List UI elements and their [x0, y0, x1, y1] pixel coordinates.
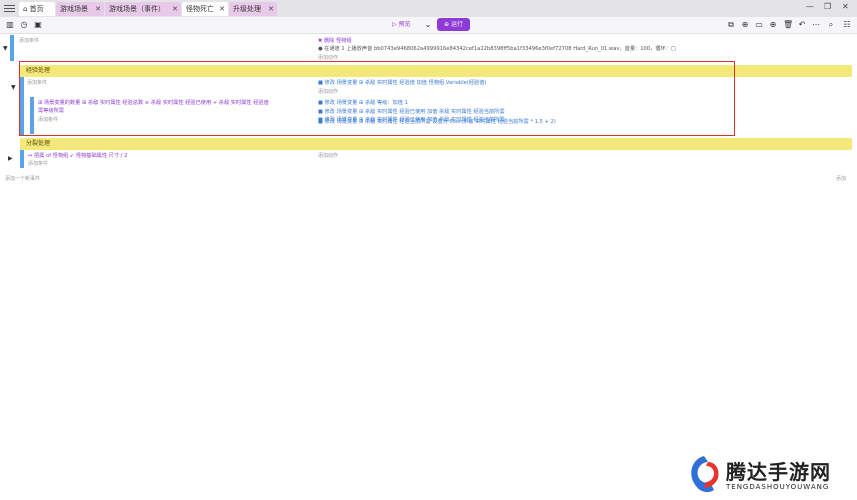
add-event-icon[interactable]: ⧉ [726, 20, 736, 30]
condition-split[interactable]: ↔ 把属 of 怪物组 ↙ 怪物基础属性 尺寸 / 2 [28, 152, 127, 159]
settings-icon[interactable]: ☷ [842, 20, 852, 30]
tab-game-scene[interactable]: 游戏场景 ✕ [56, 2, 104, 16]
history-icon[interactable]: ◷ [19, 20, 29, 30]
close-icon[interactable]: ✕ [219, 2, 225, 16]
menu-icon[interactable] [4, 3, 15, 14]
columns-icon[interactable]: ▥ [5, 20, 15, 30]
add-icon[interactable]: ⊕ [768, 20, 778, 30]
action-delete-object[interactable]: ✖ 删除 怪物组 [318, 37, 352, 44]
tab-levelup[interactable]: 升级处理 ✕ [229, 2, 277, 16]
chevron-down-icon[interactable]: ⌄ [423, 20, 433, 30]
add-condition-link[interactable]: 添加条件 [19, 37, 39, 44]
tab-game-scene-events[interactable]: 游戏场景（事件） ✕ [105, 2, 181, 16]
tab-bar: ⌂ 首页 游戏场景 ✕ 游戏场景（事件） ✕ 怪物死亡 ✕ 升级处理 ✕ — ❐ ✕ [0, 0, 857, 18]
highlight-box [19, 61, 735, 136]
close-window-icon[interactable]: ✕ [842, 2, 849, 11]
group-split-header[interactable]: 分裂处理 [20, 138, 852, 150]
save-icon[interactable]: ▣ [33, 20, 43, 30]
tab-home[interactable]: ⌂ 首页 [19, 2, 55, 16]
redo-icon[interactable]: ⋯ [811, 20, 821, 30]
collapse-arrow-icon[interactable]: ▼ [11, 84, 16, 91]
preview-button[interactable]: ▷ 预览 [392, 19, 411, 31]
watermark-title: 腾达手游网 [726, 460, 831, 484]
add-condition-link[interactable]: 添加条件 [28, 160, 48, 167]
restore-icon[interactable]: ❐ [824, 2, 831, 11]
add-new-event-link[interactable]: 添加一个新事件 [5, 175, 40, 182]
comment-icon[interactable]: ▭ [754, 20, 764, 30]
toolbar: ▥ ◷ ▣ ▷ 预览 ⌄ ⊕ 运行 ⧉ ⊕ ▭ ⊕ 🗑 ↶ ⋯ ⌕ ☷ [0, 17, 857, 34]
collapse-arrow-icon[interactable]: ▼ [3, 45, 8, 52]
add-link[interactable]: 添加 [836, 175, 846, 182]
home-icon: ⌂ [23, 5, 30, 13]
run-button[interactable]: ⊕ 运行 [437, 18, 470, 31]
expand-arrow-icon[interactable]: ▶ [8, 155, 13, 162]
watermark-logo [691, 456, 719, 493]
tab-monster-death[interactable]: 怪物死亡 ✕ [182, 2, 228, 16]
close-icon[interactable]: ✕ [172, 2, 178, 16]
add-action-link[interactable]: 添加动作 [318, 54, 338, 61]
close-icon[interactable]: ✕ [95, 2, 101, 16]
delete-icon[interactable]: 🗑 [783, 20, 793, 30]
add-action-link[interactable]: 添加动作 [318, 152, 338, 159]
close-icon[interactable]: ✕ [268, 2, 274, 16]
search-icon[interactable]: ⌕ [826, 20, 836, 30]
event-handle[interactable] [10, 35, 14, 61]
undo-icon[interactable]: ↶ [797, 20, 807, 30]
minimize-icon[interactable]: — [806, 2, 814, 11]
watermark-subtitle: TENGDASHOUYOUWANG [726, 483, 830, 491]
action-play-sound[interactable]: ● 在通道 1 上播放声音 bb0743e9468062a4999916e843… [318, 45, 676, 52]
add-subevent-icon[interactable]: ⊕ [740, 20, 750, 30]
event-handle[interactable] [20, 150, 24, 168]
